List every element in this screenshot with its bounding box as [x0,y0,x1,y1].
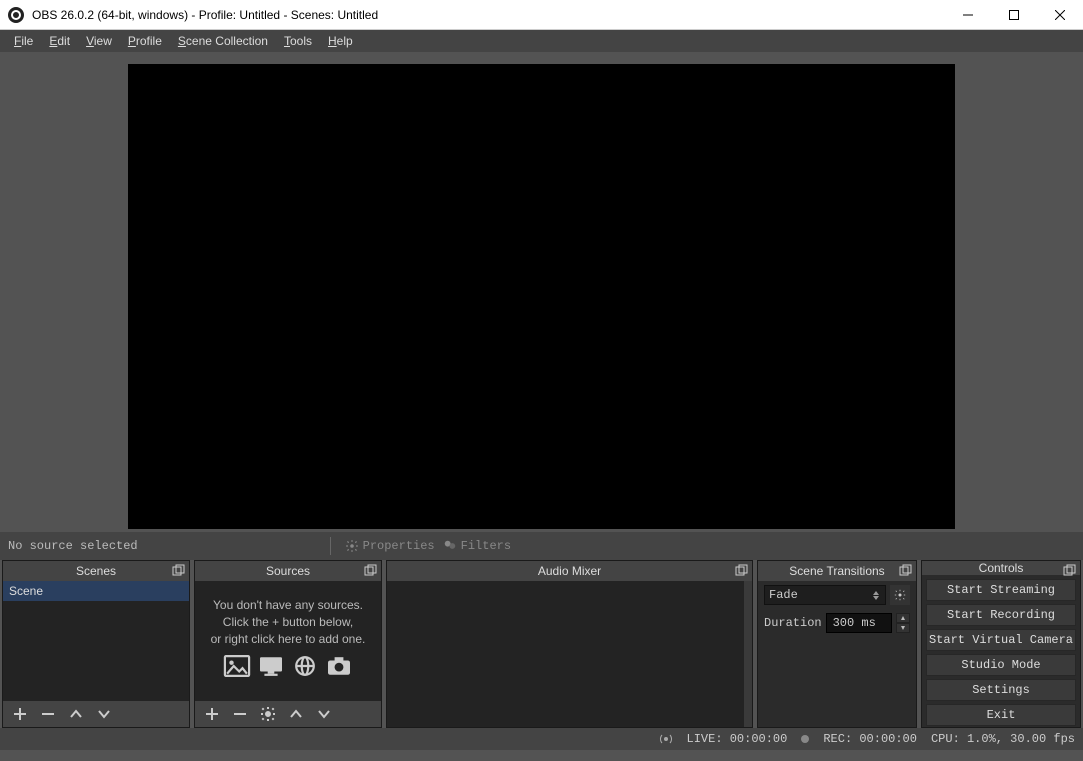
popout-icon[interactable] [1063,564,1076,577]
move-source-up-button[interactable] [287,705,305,723]
source-properties-button[interactable] [259,705,277,723]
filters-icon [443,539,457,553]
controls-body: Start Streaming Start Recording Start Vi… [922,575,1080,730]
scene-item[interactable]: Scene [3,581,189,601]
studio-mode-button[interactable]: Studio Mode [926,654,1076,676]
controls-dock: Controls Start Streaming Start Recording… [921,560,1081,728]
popout-icon[interactable] [364,564,377,577]
menu-tools[interactable]: Tools [276,32,320,50]
camera-icon [325,655,353,677]
source-context-toolbar: No source selected Properties Filters [0,532,1083,560]
audio-mixer-body[interactable] [387,581,752,727]
start-virtual-camera-button[interactable]: Start Virtual Camera [926,629,1076,651]
scene-transitions-dock-header[interactable]: Scene Transitions [758,561,916,581]
duration-label: Duration [764,616,822,630]
menu-scene-collection[interactable]: Scene Collection [170,32,276,50]
exit-button[interactable]: Exit [926,704,1076,726]
gear-icon [345,539,359,553]
sources-empty-message: You don't have any sources. Click the + … [195,581,381,685]
scenes-toolbar [3,701,189,727]
popout-icon[interactable] [899,564,912,577]
add-scene-button[interactable] [11,705,29,723]
transition-select[interactable]: Fade [764,585,886,605]
filters-button[interactable]: Filters [443,539,511,553]
obs-app-icon [8,7,24,23]
controls-dock-header[interactable]: Controls [922,561,1080,575]
rec-indicator-icon [801,735,809,743]
settings-button[interactable]: Settings [926,679,1076,701]
menu-profile[interactable]: Profile [120,32,170,50]
menu-help[interactable]: Help [320,32,361,50]
window-maximize-button[interactable] [991,0,1037,30]
status-bar: LIVE: 00:00:00 REC: 00:00:00 CPU: 1.0%, … [0,728,1083,750]
transition-settings-button[interactable] [890,585,910,605]
move-scene-down-button[interactable] [95,705,113,723]
gear-icon [894,589,906,601]
menu-file[interactable]: File [6,32,41,50]
sources-dock: Sources You don't have any sources. Clic… [194,560,382,728]
audio-mixer-dock: Audio Mixer [386,560,753,728]
remove-scene-button[interactable] [39,705,57,723]
spin-down[interactable] [896,623,910,633]
scrollbar[interactable] [744,581,752,727]
audio-mixer-dock-header[interactable]: Audio Mixer [387,561,752,581]
popout-icon[interactable] [172,564,185,577]
sources-dock-header[interactable]: Sources [195,561,381,581]
status-live: LIVE: 00:00:00 [687,732,788,746]
popout-icon[interactable] [735,564,748,577]
remove-source-button[interactable] [231,705,249,723]
scenes-dock: Scenes Scene [2,560,190,728]
scene-transitions-body: Fade Duration 300 ms [758,581,916,727]
window-minimize-button[interactable] [945,0,991,30]
sources-toolbar [195,701,381,727]
broadcast-icon [659,733,673,745]
duration-spinner[interactable] [896,613,910,633]
scene-transitions-dock: Scene Transitions Fade Duration 300 ms [757,560,917,728]
window-title: OBS 26.0.2 (64-bit, windows) - Profile: … [32,8,378,22]
move-scene-up-button[interactable] [67,705,85,723]
updown-icon [873,588,881,602]
move-source-down-button[interactable] [315,705,333,723]
image-icon [223,655,251,677]
status-rec: REC: 00:00:00 [823,732,917,746]
menu-view[interactable]: View [78,32,120,50]
sources-list[interactable]: You don't have any sources. Click the + … [195,581,381,701]
docks-row: Scenes Scene Sources You don't have any … [0,560,1083,728]
start-recording-button[interactable]: Start Recording [926,604,1076,626]
no-source-selected-label: No source selected [8,539,138,553]
preview-canvas[interactable] [128,64,955,529]
divider [330,537,331,555]
duration-input[interactable]: 300 ms [826,613,892,633]
menubar: File Edit View Profile Scene Collection … [0,30,1083,52]
display-icon [257,655,285,677]
menu-edit[interactable]: Edit [41,32,78,50]
scenes-list[interactable]: Scene [3,581,189,701]
spin-up[interactable] [896,613,910,623]
globe-icon [291,655,319,677]
titlebar: OBS 26.0.2 (64-bit, windows) - Profile: … [0,0,1083,30]
properties-button[interactable]: Properties [345,539,435,553]
window-close-button[interactable] [1037,0,1083,30]
add-source-button[interactable] [203,705,221,723]
status-cpu: CPU: 1.0%, 30.00 fps [931,732,1075,746]
start-streaming-button[interactable]: Start Streaming [926,579,1076,601]
preview-area [0,52,1083,532]
scenes-dock-header[interactable]: Scenes [3,561,189,581]
